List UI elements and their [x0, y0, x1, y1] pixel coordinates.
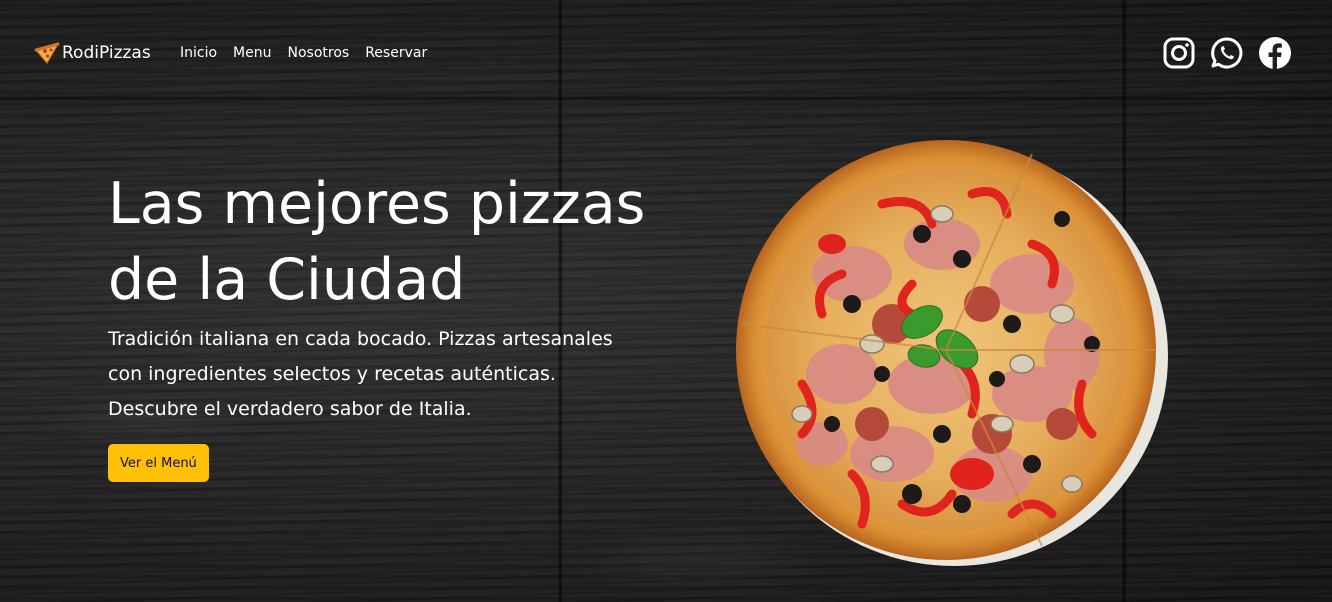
social-links — [1162, 36, 1292, 70]
nav-link-inicio[interactable]: Inicio — [180, 45, 217, 61]
hero-title-line1: Las mejores pizzas — [108, 171, 646, 237]
nav-menu: Inicio Menu Nosotros Reservar — [180, 45, 427, 61]
instagram-icon — [1163, 37, 1195, 69]
hero-title: Las mejores pizzas de la Ciudad — [108, 166, 708, 318]
brand-link[interactable]: RodiPizzas — [34, 42, 151, 64]
nav-link-nosotros[interactable]: Nosotros — [288, 45, 350, 61]
nav-link-menu[interactable]: Menu — [233, 45, 271, 61]
facebook-link[interactable] — [1258, 36, 1292, 70]
hero-title-line2: de la Ciudad — [108, 247, 466, 313]
whatsapp-icon — [1211, 37, 1243, 69]
nav-link-reservar[interactable]: Reservar — [365, 45, 427, 61]
instagram-link[interactable] — [1162, 36, 1196, 70]
whatsapp-link[interactable] — [1210, 36, 1244, 70]
view-menu-button[interactable]: Ver el Menú — [108, 444, 209, 482]
brand-name: RodiPizzas — [62, 43, 151, 63]
pizza-slice-icon — [34, 42, 60, 64]
pizza-image — [736, 140, 1168, 566]
hero-subtitle: Tradición italiana en cada bocado. Pizza… — [108, 328, 613, 420]
facebook-icon — [1259, 37, 1291, 69]
navbar: RodiPizzas Inicio Menu Nosotros Reservar — [0, 0, 1332, 108]
